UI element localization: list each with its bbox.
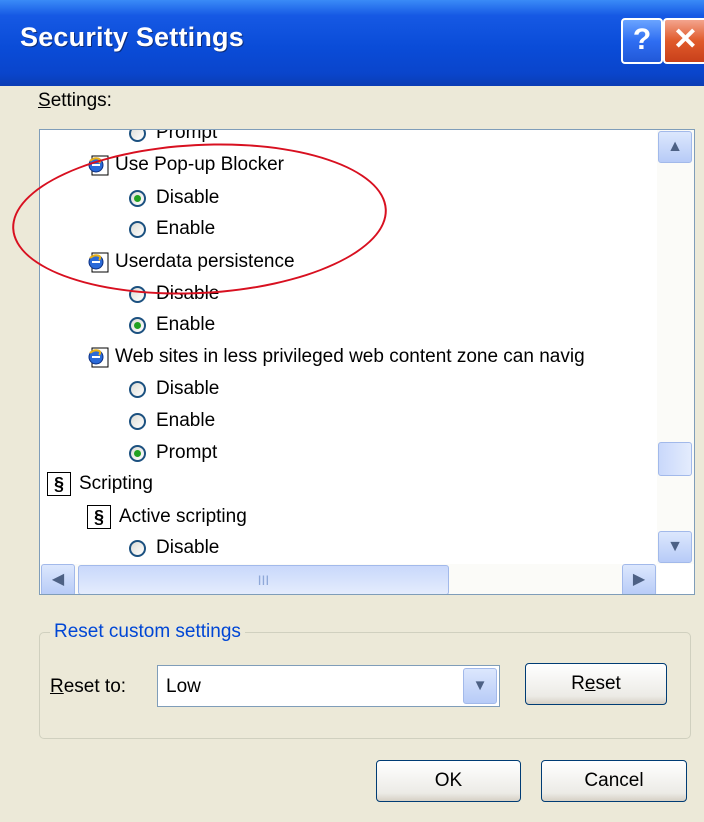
internet-explorer-icon [87,346,109,368]
radio-unchecked-icon[interactable] [129,285,146,303]
scroll-right-button[interactable]: ▶ [622,564,656,594]
radio-unchecked-icon[interactable] [129,412,146,430]
tree-item-label: Userdata persistence [115,251,295,272]
vertical-scrollbar[interactable]: ▲ ▼ [657,130,694,564]
cancel-button[interactable]: Cancel [541,760,687,802]
tree-item-label: Web sites in less privileged web content… [115,346,585,367]
scroll-up-button[interactable]: ▲ [658,131,692,163]
tree-item-label: Active scripting [119,506,247,527]
scroll-down-button[interactable]: ▼ [658,531,692,563]
tree-item-label: Disable [156,378,220,399]
radio-option-enable[interactable]: Enable [129,406,215,436]
ok-button[interactable]: OK [376,760,521,802]
radio-option-disable[interactable]: Disable [129,279,219,309]
reset-button-label: Reset [571,673,621,694]
tree-item-label: Prompt [156,442,218,463]
internet-explorer-icon [87,154,109,176]
radio-option-disable[interactable]: Disable [129,374,219,404]
scroll-left-button[interactable]: ◀ [41,564,75,594]
setting-group-item: Userdata persistence [87,247,295,277]
settings-tree[interactable]: Prompt Use Pop-up Blocker Disable Enable Use… [39,129,695,595]
tree-item-label: Prompt [156,129,218,143]
tree-item-label: Scripting [79,473,153,494]
security-settings-window: Security Settings ? ✕ Settings: Prompt Us… [0,0,704,822]
radio-option-enable[interactable]: Enable [129,310,215,340]
radio-option-disable[interactable]: Disable [129,183,219,213]
setting-group-item: Use Pop-up Blocker [87,150,284,180]
script-icon: § [47,472,71,496]
reset-level-value: Low [166,676,201,697]
tree-item-label: Disable [156,537,220,558]
vertical-scroll-thumb[interactable] [658,442,692,476]
settings-label: Settings: [38,90,112,111]
horizontal-scroll-thumb[interactable]: III [78,565,449,594]
tree-item-label: Enable [156,218,216,239]
reset-level-select[interactable]: Low ▼ [157,665,500,707]
reset-to-label-rest: eset to: [63,676,127,697]
radio-unchecked-icon[interactable] [129,220,146,238]
tree-item-label: Use Pop-up Blocker [115,154,284,175]
tree-item-label: Enable [156,410,216,431]
close-button[interactable]: ✕ [663,18,704,64]
radio-checked-icon[interactable] [129,316,146,334]
reset-group-title: Reset custom settings [50,621,245,643]
radio-option-enable[interactable]: Enable [129,214,215,244]
radio-unchecked-icon[interactable] [129,380,146,398]
radio-unchecked-icon[interactable] [129,539,146,557]
radio-checked-icon[interactable] [129,444,146,462]
title-bar[interactable]: Security Settings ? ✕ [0,0,704,86]
help-button[interactable]: ? [621,18,663,64]
radio-option-prompt[interactable]: Prompt [129,129,218,148]
tree-item-label: Disable [156,187,220,208]
setting-group-item: Web sites in less privileged web content… [87,342,585,372]
settings-label-rest: ettings: [50,90,112,111]
scripting-category-item: § Active scripting [87,502,247,532]
horizontal-scrollbar[interactable]: ◀ III ▶ [40,564,657,594]
radio-option-disable[interactable]: Disable [129,533,219,563]
internet-explorer-icon [87,251,109,273]
scripting-category-item: § Scripting [47,469,153,499]
radio-option-prompt[interactable]: Prompt [129,438,217,468]
reset-button[interactable]: Reset [525,663,667,705]
script-icon: § [87,505,111,529]
tree-item-label: Disable [156,283,220,304]
reset-to-label: Reset to: [50,676,127,697]
radio-checked-icon[interactable] [129,189,146,207]
chevron-down-icon[interactable]: ▼ [463,668,497,704]
window-title: Security Settings [20,22,244,52]
tree-item-label: Enable [156,314,216,335]
radio-unchecked-icon[interactable] [129,130,146,142]
